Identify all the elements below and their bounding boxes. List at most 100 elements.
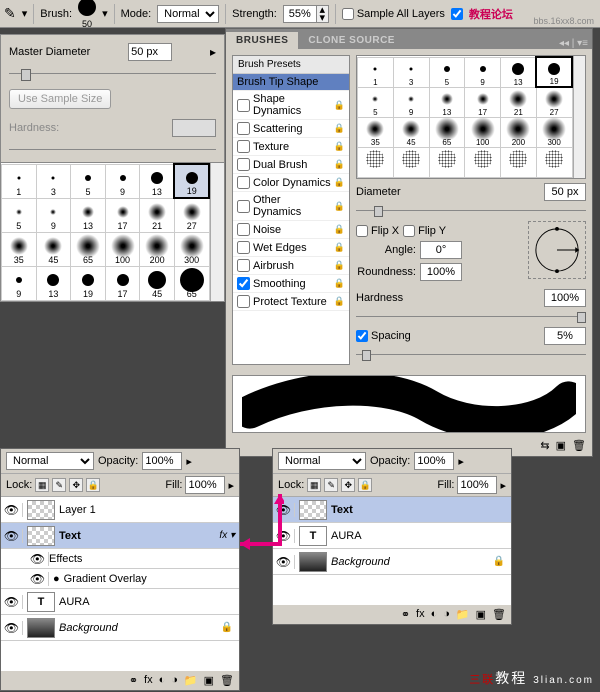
- brush-tip-cell[interactable]: 200: [501, 117, 537, 147]
- visibility-icon[interactable]: 👁: [273, 529, 295, 543]
- lock-paint-icon[interactable]: ✎: [52, 478, 66, 492]
- fx-icon[interactable]: fx: [416, 608, 425, 621]
- strength-input[interactable]: ▴▾: [283, 5, 329, 23]
- brush-preset-cell[interactable]: 17: [105, 198, 140, 232]
- tab-clone-source[interactable]: CLONE SOURCE: [298, 32, 405, 49]
- scrollbar[interactable]: [210, 163, 224, 301]
- brush-preset-cell[interactable]: 45: [36, 232, 71, 266]
- brush-option-item[interactable]: Other Dynamics🔒: [233, 192, 349, 221]
- brush-preset-cell[interactable]: 300: [174, 232, 209, 266]
- brush-preset-cell[interactable]: 27: [174, 198, 209, 232]
- brush-preset-cell[interactable]: 45: [140, 266, 175, 300]
- brush-tip-cell[interactable]: [536, 147, 572, 177]
- brush-option-item[interactable]: Shape Dynamics🔒: [233, 91, 349, 120]
- visibility-icon[interactable]: 👁: [273, 503, 295, 517]
- opacity-input[interactable]: [142, 452, 182, 470]
- trash-icon[interactable]: 🗑: [220, 674, 234, 687]
- brush-tip-cell[interactable]: 5: [429, 57, 465, 87]
- brush-tip-cell[interactable]: [465, 147, 501, 177]
- brush-tip-cell[interactable]: 27: [536, 87, 572, 117]
- angle-widget[interactable]: [528, 221, 586, 279]
- brush-preset-cell[interactable]: 21: [140, 198, 175, 232]
- brush-tip-cell[interactable]: 3: [393, 57, 429, 87]
- brush-tip-cell[interactable]: [393, 147, 429, 177]
- mask-icon[interactable]: ◐: [159, 674, 166, 687]
- lock-move-icon[interactable]: ✥: [341, 478, 355, 492]
- lock-all-icon[interactable]: 🔒: [86, 478, 100, 492]
- brush-preset-cell[interactable]: 200: [140, 232, 175, 266]
- sample-all-layers-checkbox[interactable]: Sample All Layers: [342, 8, 445, 20]
- brush-option-item[interactable]: Noise🔒: [233, 221, 349, 239]
- fill-input[interactable]: [185, 476, 225, 494]
- adjustment-icon[interactable]: ◑: [171, 674, 178, 687]
- brush-option-item[interactable]: Protect Texture🔒: [233, 293, 349, 311]
- brush-preset-cell[interactable]: 19: [174, 164, 209, 198]
- brush-preset-cell[interactable]: 19: [71, 266, 106, 300]
- brush-tip-cell[interactable]: 17: [465, 87, 501, 117]
- mask-icon[interactable]: ◐: [431, 608, 438, 621]
- brush-tip-cell[interactable]: 300: [536, 117, 572, 147]
- brush-tip-cell[interactable]: 13: [429, 87, 465, 117]
- brush-preset-cell[interactable]: 13: [71, 198, 106, 232]
- flip-y-checkbox[interactable]: Flip Y: [403, 225, 446, 237]
- use-sample-size-button[interactable]: Use Sample Size: [9, 89, 111, 109]
- visibility-icon[interactable]: 👁: [1, 621, 23, 635]
- visibility-icon[interactable]: 👁: [1, 595, 23, 609]
- lock-paint-icon[interactable]: ✎: [324, 478, 338, 492]
- brush-tip-cell[interactable]: 65: [429, 117, 465, 147]
- brush-option-item[interactable]: Texture🔒: [233, 138, 349, 156]
- fx-badge[interactable]: fx ▾: [219, 530, 235, 541]
- layer-row[interactable]: 👁Layer 1: [1, 497, 239, 523]
- brush-option-item[interactable]: Dual Brush🔒: [233, 156, 349, 174]
- brush-preset-cell[interactable]: 9: [105, 164, 140, 198]
- angle-input[interactable]: [420, 241, 462, 259]
- lock-transparency-icon[interactable]: ▦: [307, 478, 321, 492]
- diameter-input[interactable]: [544, 183, 586, 201]
- trash-icon[interactable]: 🗑: [572, 439, 586, 452]
- master-diameter-slider[interactable]: [9, 67, 216, 81]
- brush-tip-cell[interactable]: 45: [393, 117, 429, 147]
- visibility-icon[interactable]: 👁: [27, 552, 49, 566]
- link-icon[interactable]: ⚭: [129, 674, 138, 687]
- brush-option-item[interactable]: Scattering🔒: [233, 120, 349, 138]
- layer-row[interactable]: 👁Text: [273, 497, 511, 523]
- brush-tip-cell[interactable]: [429, 147, 465, 177]
- brush-preset-cell[interactable]: 65: [174, 266, 209, 300]
- layer-row[interactable]: 👁●Gradient Overlay: [1, 569, 239, 589]
- roundness-input[interactable]: [420, 263, 462, 281]
- layer-row[interactable]: 👁Background🔒: [1, 615, 239, 641]
- brush-tip-cell[interactable]: [358, 147, 394, 177]
- new-layer-icon[interactable]: ▣: [476, 608, 486, 621]
- spacing-input[interactable]: [544, 327, 586, 345]
- brush-swatch[interactable]: 50: [78, 0, 96, 29]
- visibility-icon[interactable]: 👁: [1, 529, 23, 543]
- brush-preset-cell[interactable]: 5: [2, 198, 37, 232]
- folder-icon[interactable]: 📁: [456, 608, 470, 621]
- brush-option-item[interactable]: Wet Edges🔒: [233, 239, 349, 257]
- brush-tip-cell[interactable]: [501, 147, 537, 177]
- new-icon[interactable]: ▣: [556, 439, 566, 452]
- fill-input[interactable]: [457, 476, 497, 494]
- lock-transparency-icon[interactable]: ▦: [35, 478, 49, 492]
- panel-menu-icon[interactable]: ◂◂ | ▾≡: [555, 38, 592, 49]
- brush-tip-shape-item[interactable]: Brush Tip Shape: [233, 74, 349, 91]
- visibility-icon[interactable]: 👁: [1, 503, 23, 517]
- brush-preset-cell[interactable]: 35: [2, 232, 37, 266]
- brush-tip-cell[interactable]: 1: [358, 57, 394, 87]
- spacing-slider[interactable]: [356, 349, 586, 361]
- brush-tip-cell[interactable]: 21: [501, 87, 537, 117]
- opacity-input[interactable]: [414, 452, 454, 470]
- brush-tip-cell[interactable]: 9: [393, 87, 429, 117]
- folder-icon[interactable]: 📁: [184, 674, 198, 687]
- brush-tip-cell[interactable]: 5: [358, 87, 394, 117]
- tab-brushes[interactable]: BRUSHES: [226, 32, 298, 49]
- layer-row[interactable]: 👁Background🔒: [273, 549, 511, 575]
- blend-mode-select[interactable]: Normal: [278, 452, 366, 470]
- layer-row[interactable]: 👁Textfx ▾: [1, 523, 239, 549]
- brush-preset-cell[interactable]: 3: [36, 164, 71, 198]
- diameter-slider[interactable]: [356, 205, 586, 217]
- lock-move-icon[interactable]: ✥: [69, 478, 83, 492]
- brush-option-item[interactable]: Color Dynamics🔒: [233, 174, 349, 192]
- brush-preset-cell[interactable]: 17: [105, 266, 140, 300]
- brush-preset-cell[interactable]: 13: [36, 266, 71, 300]
